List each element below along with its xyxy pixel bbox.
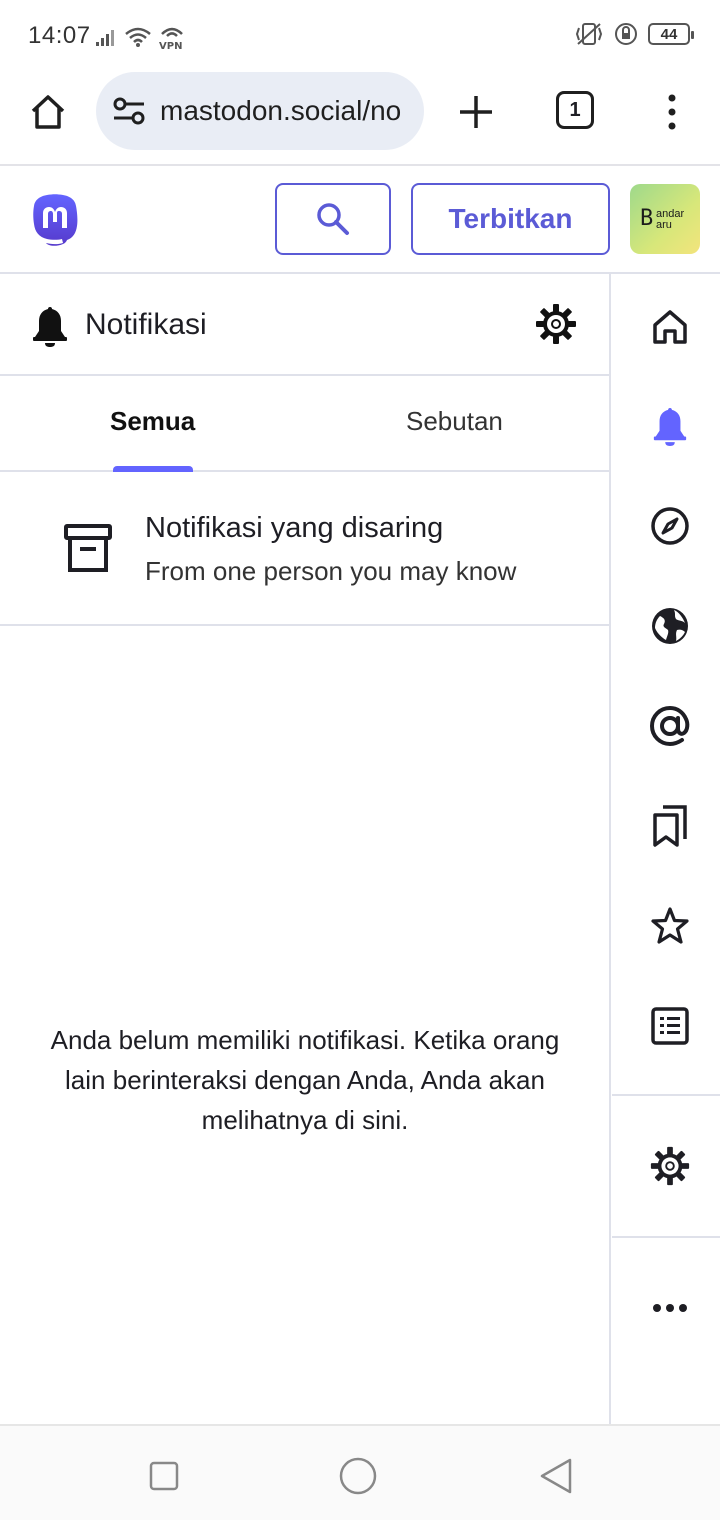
bell-icon xyxy=(33,307,67,347)
status-left-icons: VPN xyxy=(96,24,186,50)
nav-favourites[interactable] xyxy=(648,904,692,948)
kebab-menu-icon xyxy=(668,94,676,130)
nav-more[interactable] xyxy=(648,1286,692,1330)
wifi-icon xyxy=(125,27,151,47)
home-icon xyxy=(653,310,687,344)
system-navigation-bar xyxy=(0,1424,720,1520)
mastodon-logo-icon[interactable] xyxy=(30,194,80,246)
empty-notifications-message: Anda belum memiliki notifikasi. Ketika o… xyxy=(50,1025,560,1135)
filtered-title: Notifikasi yang disaring xyxy=(145,512,444,544)
browser-menu-button[interactable] xyxy=(648,88,696,136)
bookmarks-icon xyxy=(653,805,687,847)
tab-all[interactable]: Semua xyxy=(110,406,195,437)
battery-icon: 44 xyxy=(648,23,694,45)
gear-icon xyxy=(650,1146,690,1186)
notifications-column: Notifikasi Semua Sebutan Notifikasi yang… xyxy=(0,274,611,1424)
nav-divider xyxy=(612,1236,720,1238)
tab-count: 1 xyxy=(569,98,581,121)
new-tab-button[interactable] xyxy=(452,88,500,136)
lock-rotation-icon xyxy=(615,23,637,45)
browser-toolbar: mastodon.social/no 1 xyxy=(0,72,720,166)
compass-icon xyxy=(651,507,689,545)
url-text[interactable]: mastodon.social/no xyxy=(160,95,401,127)
vibrate-icon xyxy=(575,23,603,45)
svg-text:VPN: VPN xyxy=(159,41,182,50)
home-circle-icon xyxy=(339,1457,377,1495)
recents-square-icon xyxy=(149,1461,179,1491)
at-icon xyxy=(649,705,690,747)
avatar[interactable]: B andar aru xyxy=(630,184,700,254)
publish-button[interactable]: Terbitkan xyxy=(411,183,610,255)
filtered-notifications-link[interactable]: Notifikasi yang disaring From one person… xyxy=(0,472,609,626)
globe-icon xyxy=(652,608,688,644)
battery-level: 44 xyxy=(660,25,678,43)
recents-button[interactable] xyxy=(144,1456,184,1496)
nav-lists[interactable] xyxy=(648,1004,692,1048)
nav-preferences[interactable] xyxy=(648,1144,692,1188)
address-bar[interactable]: mastodon.social/no xyxy=(96,72,424,150)
back-button[interactable] xyxy=(536,1456,576,1496)
page-title: Notifikasi xyxy=(85,308,207,341)
plus-icon xyxy=(460,96,492,128)
home-button[interactable] xyxy=(24,88,72,136)
column-header: Notifikasi xyxy=(0,274,609,376)
archive-icon xyxy=(64,524,112,572)
tab-switcher-button[interactable]: 1 xyxy=(556,91,594,129)
more-icon xyxy=(653,1304,687,1312)
notification-settings-gear-icon[interactable] xyxy=(534,302,578,346)
nav-federated[interactable] xyxy=(648,604,692,648)
nav-explore[interactable] xyxy=(648,504,692,548)
home-nav-button[interactable] xyxy=(338,1456,378,1496)
notification-tabs: Semua Sebutan xyxy=(0,376,609,472)
nav-bookmarks[interactable] xyxy=(648,804,692,848)
search-button[interactable] xyxy=(275,183,391,255)
site-settings-icon[interactable] xyxy=(112,96,146,126)
status-time: 14:07 xyxy=(28,22,91,49)
status-bar: 14:07 VPN 44 xyxy=(0,0,720,72)
star-icon xyxy=(651,907,689,944)
bell-icon xyxy=(653,407,687,446)
list-icon xyxy=(651,1007,689,1045)
status-right-icons: 44 xyxy=(574,22,694,46)
nav-home[interactable] xyxy=(648,304,692,348)
tab-mentions[interactable]: Sebutan xyxy=(406,406,503,437)
nav-notifications[interactable] xyxy=(648,404,692,448)
signal-icon xyxy=(96,30,114,46)
vpn-icon: VPN xyxy=(159,27,183,50)
app-header: Terbitkan B andar aru xyxy=(0,166,720,274)
nav-mentions[interactable] xyxy=(648,704,692,748)
navigation-rail xyxy=(612,274,720,1424)
avatar-initial: B xyxy=(640,206,654,231)
filtered-subtitle: From one person you may know xyxy=(145,556,517,586)
avatar-text-line2: aru xyxy=(656,219,672,231)
home-icon xyxy=(31,95,65,129)
back-triangle-icon xyxy=(540,1458,572,1494)
search-icon xyxy=(317,203,349,235)
nav-divider xyxy=(612,1094,720,1096)
